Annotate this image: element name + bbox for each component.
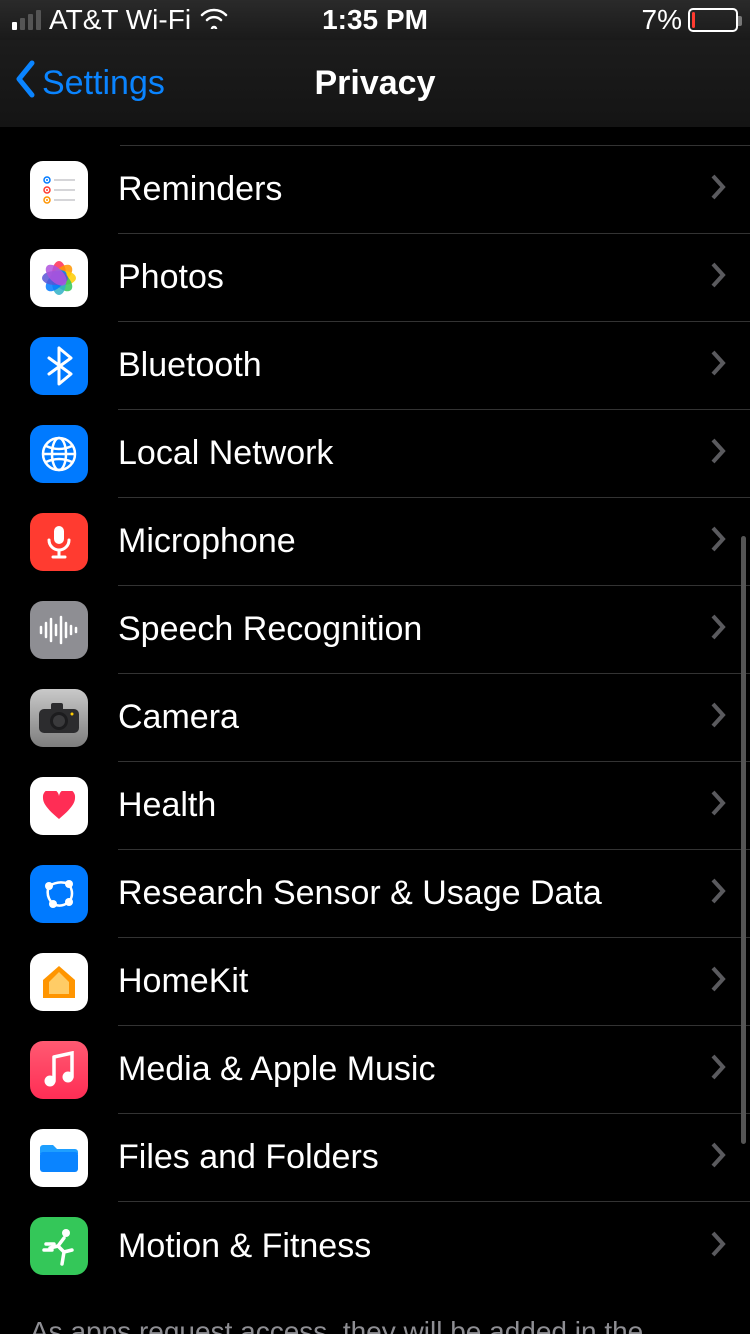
bluetooth-icon	[30, 337, 88, 395]
photos-icon	[30, 249, 88, 307]
footer-text: As apps request access, they will be add…	[0, 1290, 750, 1334]
content-scroll[interactable]: Reminders	[0, 128, 750, 1334]
chevron-right-icon	[710, 789, 726, 822]
folder-icon	[30, 1129, 88, 1187]
camera-icon	[30, 689, 88, 747]
row-bluetooth[interactable]: Bluetooth	[30, 322, 750, 410]
status-bar: AT&T Wi-Fi 1:35 PM 7%	[0, 0, 750, 40]
carrier-label: AT&T Wi-Fi	[49, 4, 191, 36]
row-label: Bluetooth	[118, 346, 710, 385]
row-files-folders[interactable]: Files and Folders	[30, 1114, 750, 1202]
row-health[interactable]: Health	[30, 762, 750, 850]
row-label: Camera	[118, 698, 710, 737]
row-label: Speech Recognition	[118, 610, 710, 649]
chevron-right-icon	[710, 437, 726, 470]
chevron-right-icon	[710, 525, 726, 558]
row-photos[interactable]: Photos	[30, 234, 750, 322]
music-icon	[30, 1041, 88, 1099]
chevron-right-icon	[710, 1053, 726, 1086]
back-label: Settings	[42, 64, 165, 103]
cellular-signal-icon	[12, 10, 41, 30]
row-label: Reminders	[118, 170, 710, 209]
home-icon	[30, 953, 88, 1011]
row-reminders[interactable]: Reminders	[30, 146, 750, 234]
row-motion-fitness[interactable]: Motion & Fitness	[30, 1202, 750, 1290]
globe-icon	[30, 425, 88, 483]
row-media-apple-music[interactable]: Media & Apple Music	[30, 1026, 750, 1114]
reminders-icon	[30, 161, 88, 219]
chevron-right-icon	[710, 613, 726, 646]
row-local-network[interactable]: Local Network	[30, 410, 750, 498]
row-label: Motion & Fitness	[118, 1227, 710, 1266]
wifi-icon	[199, 4, 229, 36]
scrollbar[interactable]	[741, 536, 746, 1144]
microphone-icon	[30, 513, 88, 571]
running-icon	[30, 1217, 88, 1275]
heart-icon	[30, 777, 88, 835]
row-label: Photos	[118, 258, 710, 297]
row-speech-recognition[interactable]: Speech Recognition	[30, 586, 750, 674]
research-icon	[30, 865, 88, 923]
chevron-right-icon	[710, 1141, 726, 1174]
chevron-right-icon	[710, 877, 726, 910]
row-label: Files and Folders	[118, 1138, 710, 1177]
row-label: Local Network	[118, 434, 710, 473]
chevron-right-icon	[710, 261, 726, 294]
row-label: Media & Apple Music	[118, 1050, 710, 1089]
navigation-bar: Settings Privacy	[0, 40, 750, 128]
row-camera[interactable]: Camera	[30, 674, 750, 762]
back-button[interactable]: Settings	[0, 60, 165, 107]
battery-percent: 7%	[642, 4, 682, 36]
row-label: HomeKit	[118, 962, 710, 1001]
row-label: Microphone	[118, 522, 710, 561]
chevron-right-icon	[710, 965, 726, 998]
chevron-right-icon	[710, 701, 726, 734]
chevron-right-icon	[710, 349, 726, 382]
clock: 1:35 PM	[254, 4, 496, 36]
waveform-icon	[30, 601, 88, 659]
chevron-left-icon	[14, 60, 36, 107]
row-label: Research Sensor & Usage Data	[118, 874, 710, 913]
chevron-right-icon	[710, 173, 726, 206]
row-label: Health	[118, 786, 710, 825]
battery-icon	[688, 8, 738, 32]
row-research-sensor[interactable]: Research Sensor & Usage Data	[30, 850, 750, 938]
row-homekit[interactable]: HomeKit	[30, 938, 750, 1026]
list-item-partial	[120, 128, 750, 146]
chevron-right-icon	[710, 1230, 726, 1263]
row-microphone[interactable]: Microphone	[30, 498, 750, 586]
